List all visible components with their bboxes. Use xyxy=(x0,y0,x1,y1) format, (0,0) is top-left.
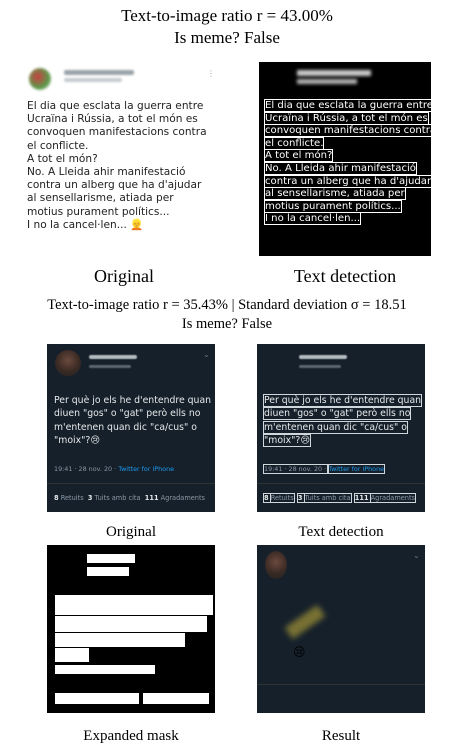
client-link[interactable]: Twitter for iPhone xyxy=(118,465,174,473)
blurred-username xyxy=(297,70,371,76)
detected-line: Per què jo els he d'entendre quan xyxy=(262,394,423,407)
expanded-mask-panel xyxy=(47,545,215,713)
detected-line: No. A Lleida ahir manifestació xyxy=(264,161,417,175)
blurred-handle xyxy=(64,78,122,82)
tweet-line: I no la cancel·len... 👱 xyxy=(27,218,144,231)
detected-line: contra un alberg que ha d'ajudar xyxy=(263,174,433,188)
text-detection-panel-1: El dia que esclata la guerra entre Ucraï… xyxy=(259,62,438,256)
mask-region xyxy=(55,648,89,662)
mask-region xyxy=(87,554,135,563)
tweet-line: Per què jo els he d'entendre quan xyxy=(54,395,212,406)
tweet-line: motius purament polítics... xyxy=(27,205,170,218)
tweet-stats: 8 Retuits 3 Tuits amb cita 111 Agradamen… xyxy=(54,494,205,502)
inpaint-artifact xyxy=(284,604,326,640)
tweet-meta: 19:41 · 28 nov. 20 · Twitter for iPhone xyxy=(262,464,386,474)
mask-region xyxy=(87,567,129,576)
caption-expanded-mask: Expanded mask xyxy=(83,728,179,744)
figure-title-1: Text-to-image ratio r = 43.00% xyxy=(121,6,333,25)
mask-region xyxy=(143,693,209,704)
detected-line: diuen "gos" o "gat" però ells no xyxy=(262,407,412,421)
detected-line: m'entenen quan dic "ca/cus" o xyxy=(263,420,408,434)
caption-text-detection: Text detection xyxy=(293,266,397,286)
blurred-handle xyxy=(89,365,131,368)
mask-region xyxy=(55,633,185,647)
caption-original-2: Original xyxy=(106,524,156,540)
figure-subtitle-1: Is meme? False xyxy=(174,28,280,47)
detected-line: El dia que esclata la guerra entre xyxy=(263,99,435,112)
divider xyxy=(47,483,215,484)
tweet-line: diuen "gos" o "gat" però ells no xyxy=(54,408,201,420)
original-tweet-panel-2: ⌄ Per què jo els he d'entendre quan diue… xyxy=(47,344,215,512)
original-tweet-panel-1: ⋮ El dia que esclata la guerra entre Ucr… xyxy=(24,62,224,256)
text-detection-panel-2: Per què jo els he d'entendre quan diuen … xyxy=(257,344,425,512)
mask-region xyxy=(55,595,213,615)
tweet-line: contra un alberg que ha d'ajudar xyxy=(27,179,202,192)
tweet-line: No. A Lleida ahir manifestació xyxy=(27,166,186,179)
detected-line: Ucraïna i Rússia, a tot el món es xyxy=(264,111,429,125)
blurred-username xyxy=(299,355,347,359)
person-emoji-icon: 👱 xyxy=(130,218,144,231)
tweet-line: A tot el món? xyxy=(27,152,98,165)
avatar xyxy=(29,68,51,90)
tweet-text: Per què jo els he d'entendre quan diuen … xyxy=(54,394,214,448)
divider xyxy=(257,684,425,685)
mask-region xyxy=(55,665,155,674)
tweet-line: "moix"?😢 xyxy=(54,435,101,447)
avatar xyxy=(265,551,287,579)
mask-region xyxy=(55,616,207,632)
tweet-line: Ucraïna i Rússia, a tot el món es xyxy=(27,113,198,126)
tweet-line: convoquen manifestacions contra xyxy=(27,126,207,139)
detected-line: A tot el món? xyxy=(263,149,334,163)
blurred-username xyxy=(89,355,137,359)
chevron-down-icon: ⌄ xyxy=(413,551,420,560)
tweet-text: El dia que esclata la guerra entre Ucraï… xyxy=(27,100,223,232)
caption-text-detection-2: Text detection xyxy=(298,524,384,540)
chevron-down-icon: ⌄ xyxy=(203,350,210,359)
figure-title-2: Text-to-image ratio r = 35.43% | Standar… xyxy=(47,297,407,313)
detected-text: El dia que esclata la guerra entre Ucraï… xyxy=(263,99,438,226)
tweet-line: El dia que esclata la guerra entre xyxy=(27,100,204,112)
detected-line: motius purament polítics... xyxy=(264,199,402,213)
result-panel: ⌄ 😢 xyxy=(257,545,425,713)
avatar xyxy=(55,350,81,376)
tweet-line: al sensellarisme, atiada per xyxy=(27,192,174,205)
crying-emoji-icon: 😢 xyxy=(293,645,306,659)
tweet-line: m'entenen quan dic "ca/cus" o xyxy=(54,421,197,433)
caption-original: Original xyxy=(94,266,154,286)
caption-result: Result xyxy=(321,728,361,744)
tweet-meta: 19:41 · 28 nov. 20 · Twitter for iPhone xyxy=(54,465,175,473)
blurred-username xyxy=(64,70,134,75)
detected-line: al sensellarisme, atiada per xyxy=(264,187,406,201)
detected-line: I no la cancel·len... xyxy=(263,212,362,226)
mask-region xyxy=(55,693,139,704)
figure-subtitle-2: Is meme? False xyxy=(181,316,273,332)
detected-line: el conflicte. xyxy=(263,136,325,150)
detected-line: convoquen manifestacions contra xyxy=(263,124,438,138)
tweet-line: el conflicte. xyxy=(27,139,89,152)
blurred-handle xyxy=(297,79,357,84)
detected-text: Per què jo els he d'entendre quan diuen … xyxy=(262,394,424,448)
divider xyxy=(257,483,425,484)
detected-line: "moix"?😢 xyxy=(262,434,312,448)
tweet-stats: 8 Retuits 3 Tuits amb cita 111 Agradamen… xyxy=(263,493,417,503)
more-options-icon: ⋮ xyxy=(207,69,215,78)
blurred-handle xyxy=(299,365,341,368)
